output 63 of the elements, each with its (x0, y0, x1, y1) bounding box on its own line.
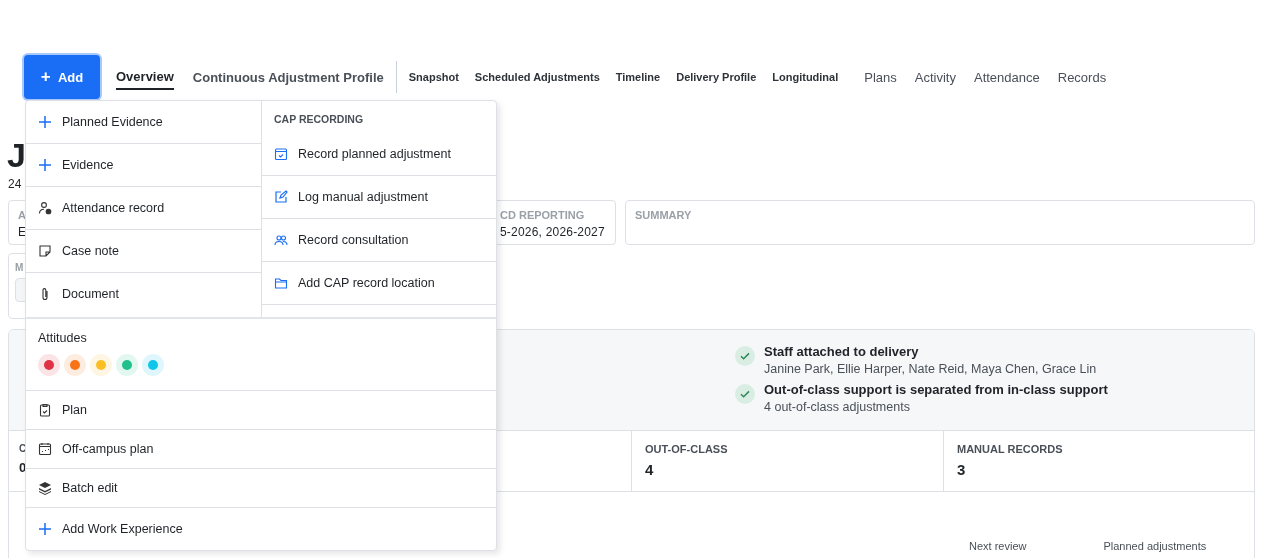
nav-tab[interactable]: Snapshot (408, 67, 459, 87)
people-icon (274, 233, 288, 247)
menu-item[interactable]: Planned Evidence (26, 101, 261, 144)
check-icon (735, 346, 755, 366)
card-value: 5-2026, 2026-2027 (500, 225, 605, 239)
meta-label: Next review (969, 540, 1027, 552)
add-button[interactable]: + Add (24, 55, 100, 99)
page-subheading: 24 (8, 177, 22, 191)
menu-item[interactable]: Document (26, 273, 261, 315)
check-detail: 4 out-of-class adjustments (764, 400, 911, 414)
menu-item[interactable]: Record consultation (262, 219, 496, 262)
menu-section-title: CAP RECORDING (273, 112, 365, 127)
menu-item[interactable]: Record planned adjustment (262, 133, 496, 176)
check-detail: Janine Park, Ellie Harper, Nate Reid, Maya Chen, Grace Lin (764, 362, 1097, 376)
stat-label: OUT-OF-CLASS (645, 443, 728, 455)
attitudes-label: Attitudes (38, 331, 88, 345)
nav-tab[interactable]: Plans (864, 65, 897, 89)
check-title: Out-of-class support is separated from in-class support (764, 382, 1108, 397)
nav-tab[interactable]: Timeline (615, 67, 661, 87)
layers-icon (38, 481, 52, 495)
check-title: Staff attached to delivery (764, 344, 920, 359)
card-label: A (18, 209, 26, 221)
menu-item[interactable]: Off-campus plan (26, 430, 496, 469)
menu-item[interactable]: Evidence (26, 144, 261, 187)
nav-tab[interactable]: Longitudinal (772, 67, 839, 87)
nav-tab[interactable]: Records (1057, 65, 1107, 89)
calendar-icon (38, 442, 52, 456)
meta-label: Planned adjustments (1103, 540, 1207, 552)
menu-item[interactable]: Case note (26, 230, 261, 273)
attitude-option[interactable] (116, 354, 138, 376)
plus-icon (38, 115, 52, 129)
attitude-option[interactable] (38, 354, 60, 376)
nav-tab[interactable]: Attendance (973, 65, 1040, 89)
check-icon (735, 384, 755, 404)
nav-tab[interactable]: Overview (116, 64, 174, 90)
stat-value: 3 (957, 461, 966, 478)
stat-label: MANUAL RECORDS (957, 443, 1063, 455)
folder-icon (274, 276, 288, 290)
nav-tab[interactable]: Delivery Profile (676, 67, 757, 87)
plus-icon (38, 522, 52, 536)
menu-item[interactable]: Attendance record (26, 187, 261, 230)
card-label: M (15, 262, 24, 273)
person-icon (38, 201, 52, 215)
card-label: CD REPORTING (500, 209, 585, 221)
menu-item[interactable]: Plan (26, 391, 496, 430)
card-value: E (18, 225, 27, 239)
nav-tab[interactable]: Activity (914, 65, 956, 89)
edit-icon (274, 190, 288, 204)
nav-tab[interactable]: Scheduled Adjustments (474, 67, 600, 87)
attitude-option[interactable] (142, 354, 164, 376)
plus-icon (38, 158, 52, 172)
attitude-option[interactable] (64, 354, 86, 376)
page-heading: J (7, 135, 26, 175)
card-label: SUMMARY (635, 209, 692, 221)
calendar-check-icon (274, 147, 288, 161)
menu-item[interactable]: Add CAP record location (262, 262, 496, 305)
menu-item[interactable]: Batch edit (26, 469, 496, 508)
nav-tab[interactable]: Continuous Adjustment Profile (192, 65, 384, 89)
stat-value: 4 (645, 461, 654, 478)
clipboard-icon (38, 403, 52, 417)
menu-item[interactable]: Log manual adjustment (262, 176, 496, 219)
note-icon (38, 244, 52, 258)
menu-item[interactable]: Add Work Experience (26, 508, 496, 550)
